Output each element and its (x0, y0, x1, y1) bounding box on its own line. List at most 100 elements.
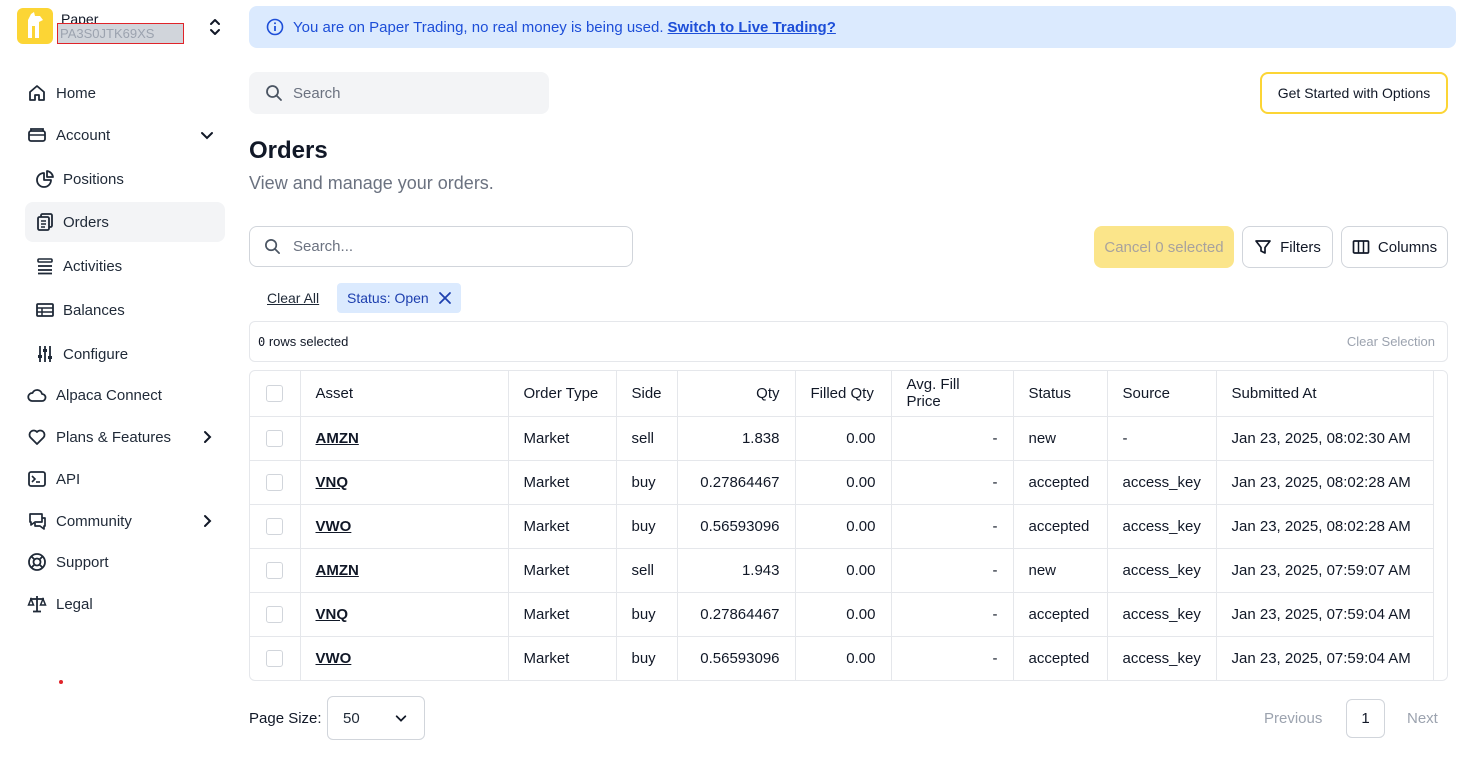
cell-status: accepted (1013, 636, 1108, 680)
rows-selected-text: 0 rows selected (258, 334, 349, 349)
asset-link[interactable]: VNQ (316, 474, 349, 491)
cell-status: accepted (1013, 460, 1108, 505)
filters-button[interactable]: Filters (1242, 226, 1333, 268)
cell-order-type: Market (508, 504, 617, 549)
table-row[interactable]: AMZN Market sell 1.943 0.00- new access_key Jan… (250, 548, 1436, 593)
cell-asset: AMZN (300, 416, 509, 461)
notification-dot (59, 680, 63, 684)
heart-icon (26, 426, 48, 448)
nav-label: Plans & Features (56, 428, 172, 446)
cell-filled-qty: 0.00 (795, 504, 892, 549)
nav-item-activities[interactable]: Activities (25, 246, 225, 286)
current-page-button[interactable]: 1 (1346, 699, 1385, 738)
cancel-selected-button[interactable]: Cancel 0 selected (1094, 226, 1234, 268)
col-header-asset[interactable]: Asset (300, 371, 509, 417)
filters-label: Filters (1280, 238, 1321, 256)
chevron-up-down-icon[interactable] (207, 18, 223, 36)
cell-order-type: Market (508, 592, 617, 637)
cell-asset: VNQ (300, 592, 509, 637)
row-checkbox[interactable] (266, 650, 284, 668)
nav-label: Community (56, 512, 132, 530)
info-icon (266, 18, 284, 36)
nav-label: Balances (63, 301, 125, 319)
nav-label: Legal (56, 595, 93, 613)
col-header-side[interactable]: Side (616, 371, 678, 417)
nav-item-home[interactable]: Home (25, 73, 225, 113)
global-search-input[interactable] (293, 84, 513, 102)
cell-qty: 1.838 (677, 416, 796, 461)
asset-link[interactable]: VWO (316, 650, 352, 667)
asset-link[interactable]: AMZN (316, 562, 359, 579)
asset-link[interactable]: VWO (316, 518, 352, 535)
col-header-avg-fill-price[interactable]: Avg. Fill Price (891, 371, 1014, 417)
next-page-button[interactable]: Next (1407, 710, 1438, 727)
nav-label: Alpaca Connect (56, 386, 162, 404)
orders-search[interactable] (249, 226, 633, 267)
col-header-submitted-at[interactable]: Submitted At (1216, 371, 1436, 417)
cell-qty: 0.56593096 (677, 504, 796, 549)
col-header-filled-qty[interactable]: Filled Qty (795, 371, 892, 417)
nav-item-support[interactable]: Support (25, 542, 225, 582)
nav-item-orders[interactable]: Orders (25, 202, 225, 242)
table-row[interactable]: VNQ Market buy 0.27864467 0.00- accepted acces… (250, 460, 1436, 505)
table-header-row: Asset Order Type Side Qty Filled Qty Avg… (250, 371, 1436, 417)
cell-source: access_key (1107, 592, 1217, 637)
row-checkbox[interactable] (266, 473, 284, 491)
nav-item-positions[interactable]: Positions (25, 159, 225, 199)
nav-item-balances[interactable]: Balances (25, 290, 225, 330)
cell-side: buy (616, 504, 678, 549)
asset-link[interactable]: AMZN (316, 430, 359, 447)
table-row[interactable]: VWO Market buy 0.56593096 0.00- accepted acces… (250, 504, 1436, 549)
table-scrollbar[interactable] (1433, 371, 1447, 680)
previous-page-button[interactable]: Previous (1264, 710, 1322, 727)
table-row[interactable]: VNQ Market buy 0.27864467 0.00- accepted acces… (250, 592, 1436, 637)
row-checkbox[interactable] (266, 561, 284, 579)
get-started-options-button[interactable]: Get Started with Options (1260, 72, 1448, 114)
page-size-select[interactable]: 50 (327, 696, 425, 740)
nav-item-account[interactable]: Account (25, 115, 225, 155)
row-checkbox[interactable] (266, 605, 284, 623)
col-header-source[interactable]: Source (1107, 371, 1217, 417)
cell-status: new (1013, 548, 1108, 593)
nav-item-alpaca-connect[interactable]: Alpaca Connect (25, 375, 225, 415)
cell-submitted-at: Jan 23, 2025, 07:59:04 AM (1216, 592, 1436, 637)
account-switcher[interactable]: Paper PA3S0JTK69XS (17, 8, 227, 48)
global-search[interactable] (249, 72, 549, 114)
chevron-right-icon (204, 515, 212, 527)
nav-item-legal[interactable]: Legal (25, 584, 225, 624)
table-row[interactable]: VWO Market buy 0.56593096 0.00- accepted acces… (250, 636, 1436, 680)
pie-chart-icon (34, 168, 56, 190)
nav-item-community[interactable]: Community (25, 501, 225, 541)
col-header-qty[interactable]: Qty (677, 371, 796, 417)
asset-link[interactable]: VNQ (316, 606, 349, 623)
wallet-icon (26, 124, 48, 146)
clear-all-filters-link[interactable]: Clear All (267, 290, 319, 306)
cell-order-type: Market (508, 636, 617, 680)
cell-qty: 0.27864467 (677, 460, 796, 505)
orders-search-input[interactable] (293, 238, 593, 255)
col-header-status[interactable]: Status (1013, 371, 1108, 417)
nav-item-api[interactable]: API (25, 459, 225, 499)
table-row[interactable]: AMZN Market sell 1.838 0.00- new - Jan 23, 2025… (250, 416, 1436, 461)
row-checkbox[interactable] (266, 429, 284, 447)
cell-source: access_key (1107, 504, 1217, 549)
columns-button[interactable]: Columns (1341, 226, 1448, 268)
row-checkbox[interactable] (266, 517, 284, 535)
clear-selection-button[interactable]: Clear Selection (1347, 334, 1435, 349)
cell-side: sell (616, 548, 678, 593)
cell-side: sell (616, 416, 678, 461)
cell-asset: VWO (300, 636, 509, 680)
columns-label: Columns (1377, 238, 1438, 256)
select-all-checkbox[interactable] (266, 385, 284, 403)
cell-order-type: Market (508, 548, 617, 593)
row-select-cell (250, 416, 301, 461)
nav-item-configure[interactable]: Configure (25, 334, 225, 374)
cell-avg-fill-price: - (891, 636, 1014, 680)
switch-to-live-link[interactable]: Switch to Live Trading? (668, 19, 836, 36)
col-header-order-type[interactable]: Order Type (508, 371, 617, 417)
nav-label: API (56, 470, 81, 488)
close-icon[interactable] (438, 291, 452, 305)
cell-submitted-at: Jan 23, 2025, 08:02:30 AM (1216, 416, 1436, 461)
nav-item-plans[interactable]: Plans & Features (25, 417, 225, 457)
cell-avg-fill-price: - (891, 548, 1014, 593)
